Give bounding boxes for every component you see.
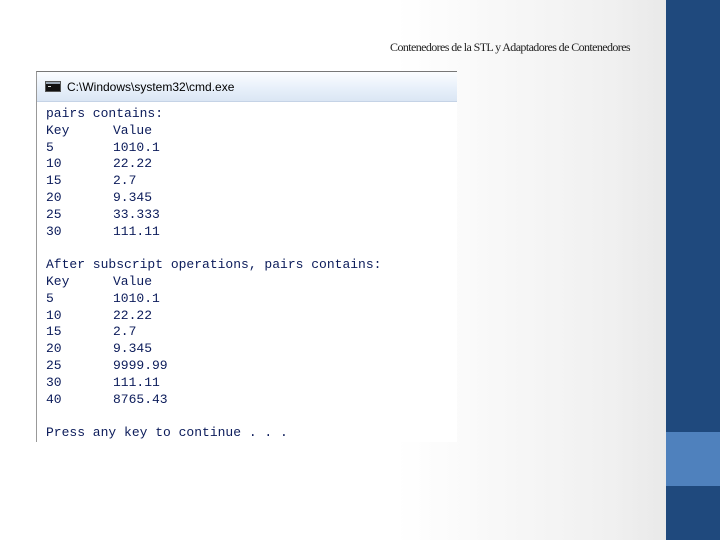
row-value: 9.345	[113, 341, 153, 357]
row-key: 25	[46, 206, 62, 222]
console-row: 25 33.333	[46, 207, 457, 224]
console-row: 20 9.345	[46, 341, 457, 358]
row-value: 111.11	[113, 223, 160, 239]
column-header-value: Value	[113, 122, 153, 138]
console-row: 10 22.22	[46, 156, 457, 173]
row-key: 5	[46, 139, 54, 155]
console-row: 10 22.22	[46, 308, 457, 325]
row-key: 40	[46, 391, 62, 407]
column-header-value: Value	[113, 273, 153, 289]
row-value: 1010.1	[113, 290, 160, 306]
row-key: 10	[46, 307, 62, 323]
column-header-key: Key	[46, 273, 70, 289]
row-value: 2.7	[113, 324, 137, 340]
console-row: 20 9.345	[46, 190, 457, 207]
row-value: 22.22	[113, 156, 153, 172]
row-value: 33.333	[113, 206, 160, 222]
console-row: 5 1010.1	[46, 140, 457, 157]
column-header-key: Key	[46, 122, 70, 138]
row-key: 20	[46, 341, 62, 357]
row-value: 22.22	[113, 307, 153, 323]
slide-title: Contenedores de la STL y Adaptadores de …	[390, 40, 631, 54]
console-prompt: Press any key to continue . . .	[46, 425, 288, 441]
cmd-window[interactable]: C:\Windows\system32\cmd.exe pairs contai…	[36, 71, 457, 442]
console-row: 30 111.11	[46, 224, 457, 241]
console-table-header: Key Value	[46, 274, 457, 291]
row-key: 30	[46, 374, 62, 390]
row-value: 8765.43	[113, 391, 168, 407]
cmd-icon	[45, 81, 61, 92]
console-row: 15 2.7	[46, 173, 457, 190]
row-key: 15	[46, 173, 62, 189]
console-row: 30 111.11	[46, 375, 457, 392]
console-output: pairs contains: Key Value 5 1010.1 10 22.22…	[37, 102, 457, 442]
row-key: 30	[46, 223, 62, 239]
console-row: 25 9999.99	[46, 358, 457, 375]
row-key: 5	[46, 290, 54, 306]
console-table-header: Key Value	[46, 123, 457, 140]
window-titlebar[interactable]: C:\Windows\system32\cmd.exe	[37, 72, 457, 102]
row-value: 9.345	[113, 189, 153, 205]
console-row: 15 2.7	[46, 324, 457, 341]
row-value: 111.11	[113, 374, 160, 390]
row-value: 9999.99	[113, 357, 168, 373]
console-row: 40 8765.43	[46, 392, 457, 409]
side-decoration-accent	[666, 432, 720, 486]
row-key: 15	[46, 324, 62, 340]
row-key: 10	[46, 156, 62, 172]
row-value: 2.7	[113, 173, 137, 189]
console-row: 5 1010.1	[46, 291, 457, 308]
row-key: 25	[46, 357, 62, 373]
window-title: C:\Windows\system32\cmd.exe	[67, 79, 235, 94]
console-heading: After subscript operations, pairs contai…	[46, 257, 382, 273]
console-heading: pairs contains:	[46, 106, 164, 121]
row-key: 20	[46, 189, 62, 205]
row-value: 1010.1	[113, 139, 160, 155]
